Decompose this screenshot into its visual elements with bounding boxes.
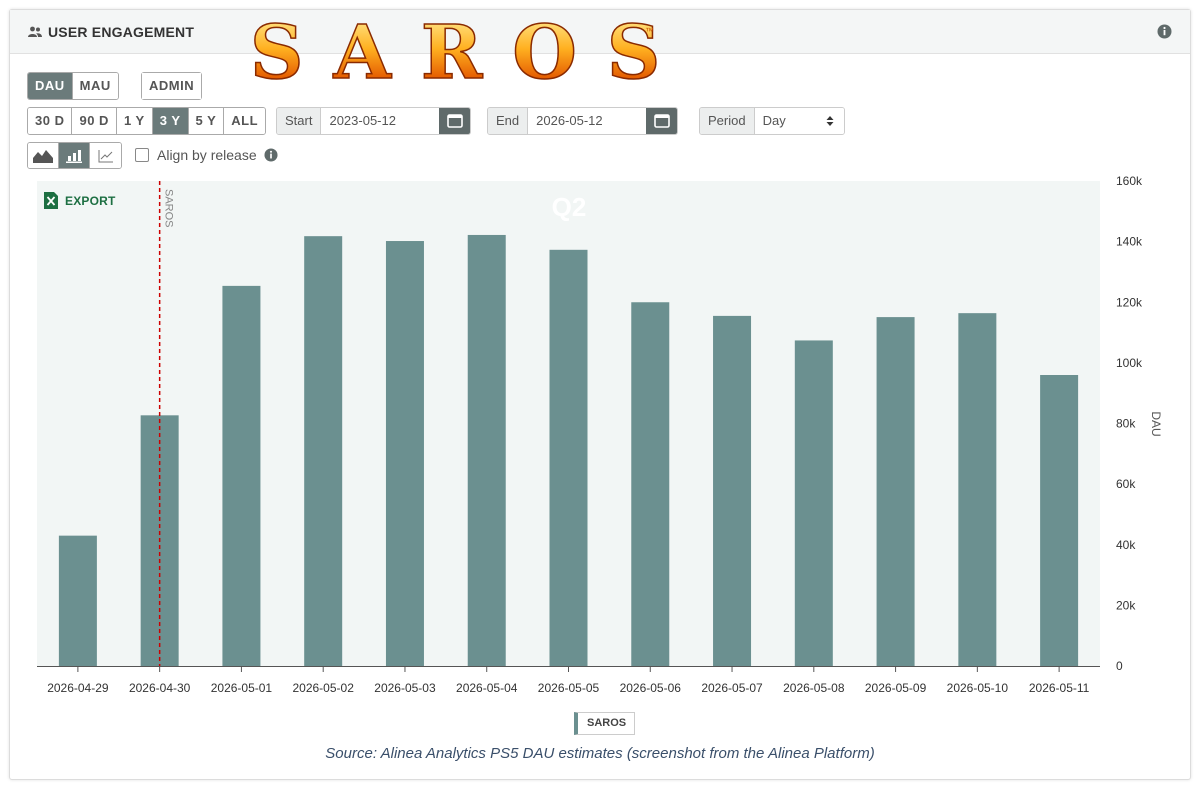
bar-2026-05-01[interactable] bbox=[222, 285, 261, 666]
x-tick-label: 2026-05-01 bbox=[211, 681, 273, 695]
export-button[interactable]: EXPORT bbox=[44, 192, 116, 209]
x-tick-label: 2026-05-06 bbox=[620, 681, 682, 695]
y-tick-label: 120k bbox=[1116, 295, 1143, 309]
y-tick-label: 100k bbox=[1116, 356, 1143, 370]
bar-2026-05-02[interactable] bbox=[304, 236, 343, 666]
y-tick-label: 20k bbox=[1116, 598, 1136, 612]
excel-icon bbox=[44, 192, 58, 209]
y-tick-label: 140k bbox=[1116, 235, 1143, 249]
bar-2026-05-09[interactable] bbox=[876, 317, 915, 666]
logo-text: SAROS bbox=[250, 10, 670, 92]
x-tick-label: 2026-04-29 bbox=[47, 681, 109, 695]
x-tick-label: 2026-05-11 bbox=[1029, 681, 1090, 695]
release-marker-label: SAROS bbox=[163, 189, 175, 228]
export-label: EXPORT bbox=[65, 193, 116, 208]
x-tick-label: 2026-05-02 bbox=[292, 681, 354, 695]
x-tick-label: 2026-05-08 bbox=[783, 681, 845, 695]
x-tick-label: 2026-05-03 bbox=[374, 681, 436, 695]
y-tick-label: 80k bbox=[1116, 417, 1136, 431]
bar-2026-05-11[interactable] bbox=[1040, 375, 1079, 666]
x-tick-label: 2026-05-09 bbox=[865, 681, 927, 695]
x-tick-label: 2026-05-04 bbox=[456, 681, 518, 695]
x-tick-label: 2026-05-05 bbox=[538, 681, 600, 695]
x-tick-label: 2026-05-10 bbox=[947, 681, 1009, 695]
quarter-label: Q2 bbox=[552, 192, 587, 222]
y-tick-label: 40k bbox=[1116, 538, 1136, 552]
chart-area: 2026-04-29 2026-04-30 2026-05-01 2026-05-02… bbox=[0, 0, 1200, 789]
bar-2026-05-07[interactable] bbox=[713, 315, 752, 666]
legend-item-saros[interactable]: SAROS bbox=[574, 712, 636, 735]
y-tick-label: 60k bbox=[1116, 477, 1136, 491]
source-caption: Source: Alinea Analytics PS5 DAU estimat… bbox=[325, 745, 875, 762]
saros-logo: SAROS ™ bbox=[250, 9, 670, 92]
y-axis-label: DAU bbox=[1149, 411, 1163, 436]
dau-bar-chart: 2026-04-29 2026-04-30 2026-05-01 2026-05-02… bbox=[37, 174, 1163, 695]
bar-2026-04-29[interactable] bbox=[58, 535, 97, 666]
bar-2026-05-06[interactable] bbox=[631, 302, 670, 666]
bar-2026-05-08[interactable] bbox=[794, 340, 833, 666]
logo-trademark: ™ bbox=[645, 26, 654, 36]
y-tick-label: 0 bbox=[1116, 659, 1123, 673]
bar-2026-05-05[interactable] bbox=[549, 249, 588, 666]
x-tick-label: 2026-05-07 bbox=[701, 681, 763, 695]
bar-2026-05-04[interactable] bbox=[467, 234, 506, 667]
y-tick-label: 160k bbox=[1116, 174, 1143, 188]
bar-2026-05-10[interactable] bbox=[958, 313, 997, 666]
bar-2026-05-03[interactable] bbox=[385, 241, 424, 667]
x-tick-label: 2026-04-30 bbox=[129, 681, 191, 695]
